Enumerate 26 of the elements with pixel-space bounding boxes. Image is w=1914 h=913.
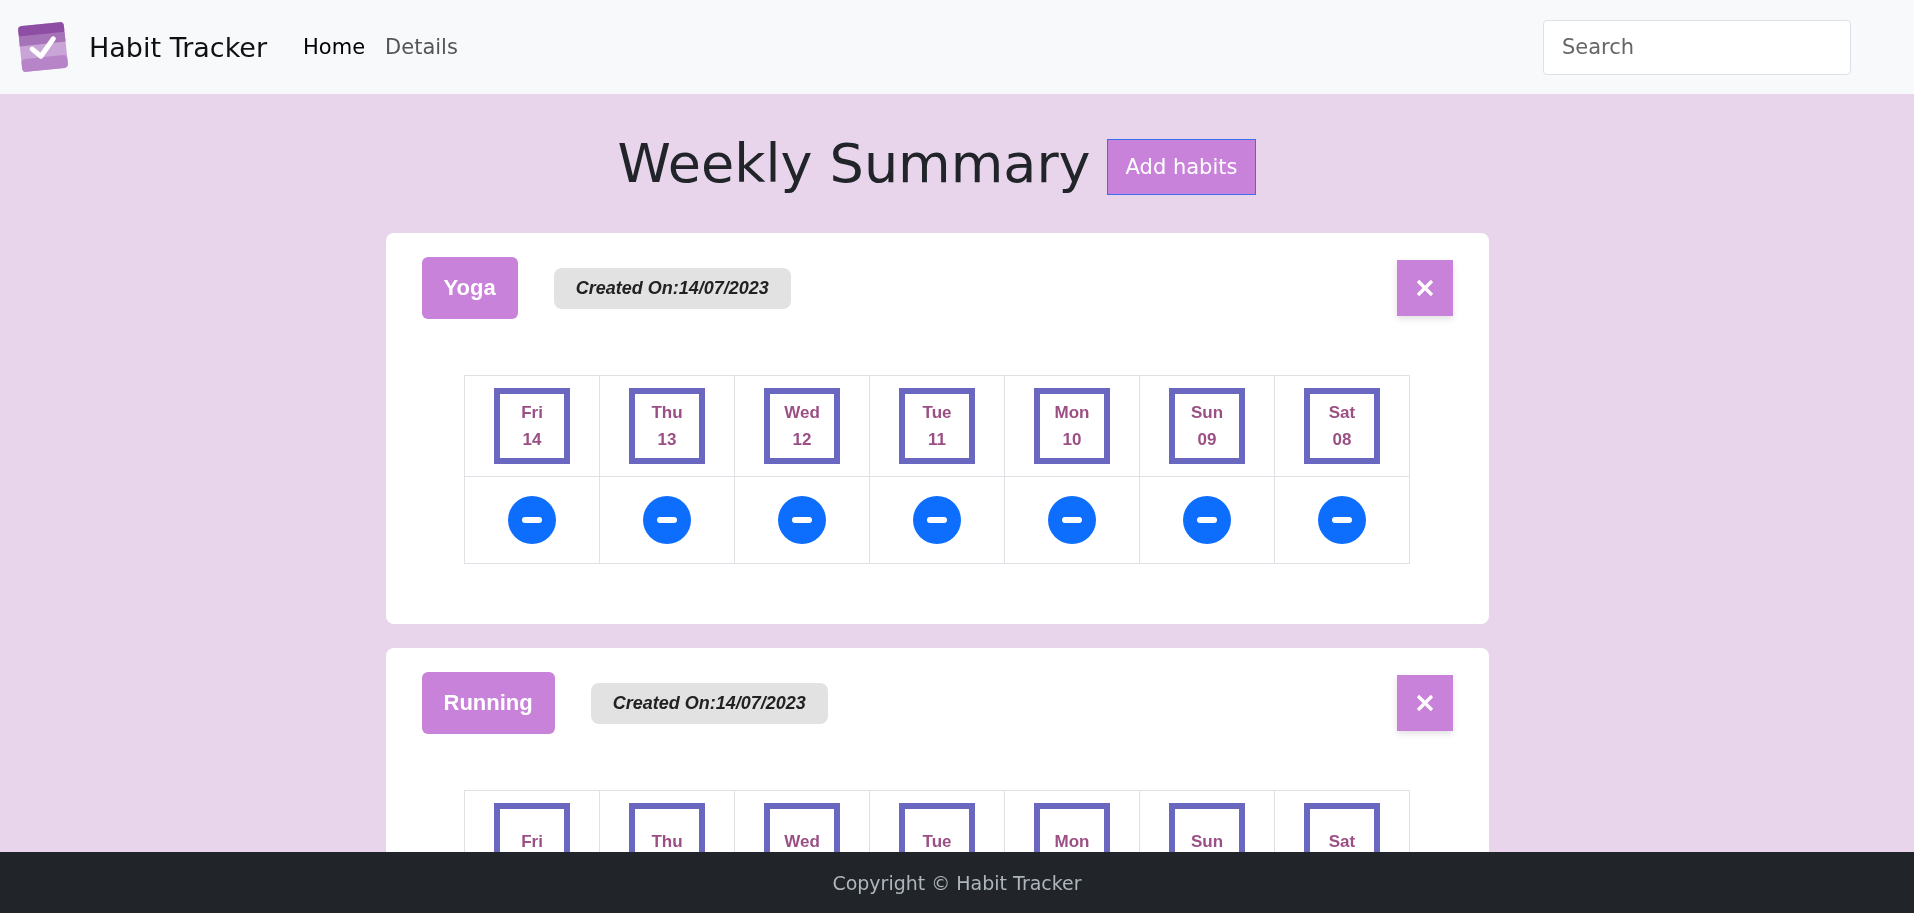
day-date-box: Sun 09 xyxy=(1169,388,1245,464)
day-date-box: Wed 12 xyxy=(764,388,840,464)
nav-link[interactable]: Details xyxy=(385,35,458,59)
copyright-text: Copyright © Habit Tracker xyxy=(832,871,1082,894)
search-field[interactable]: Search xyxy=(1543,19,1851,75)
minus-circle-icon[interactable] xyxy=(643,496,691,544)
minus-circle-icon[interactable] xyxy=(1318,496,1366,544)
minus-circle-icon[interactable] xyxy=(1183,496,1231,544)
day-date-box: Sat 08 xyxy=(1304,388,1380,464)
minus-circle-icon[interactable] xyxy=(913,496,961,544)
nav-link[interactable]: Home xyxy=(303,35,366,59)
day-date-box: Thu 13 xyxy=(629,388,705,464)
close-button[interactable] xyxy=(1396,675,1453,731)
close-button[interactable] xyxy=(1396,260,1453,316)
close-icon xyxy=(1415,279,1434,297)
created-date-badge: Created On:14/07/2023 xyxy=(590,682,828,724)
day-date-box: Fri 14 xyxy=(494,388,570,464)
day-date-box: Tue 11 xyxy=(899,388,975,464)
created-date-badge: Created On:14/07/2023 xyxy=(553,267,791,309)
page-title: Weekly Summary xyxy=(617,132,1091,195)
brand-name[interactable]: Habit Tracker xyxy=(89,31,268,63)
day-date-box: Mon 10 xyxy=(1034,388,1110,464)
minus-circle-icon[interactable] xyxy=(1048,496,1096,544)
close-icon xyxy=(1415,694,1434,712)
minus-circle-icon[interactable] xyxy=(508,496,556,544)
minus-circle-icon[interactable] xyxy=(778,496,826,544)
